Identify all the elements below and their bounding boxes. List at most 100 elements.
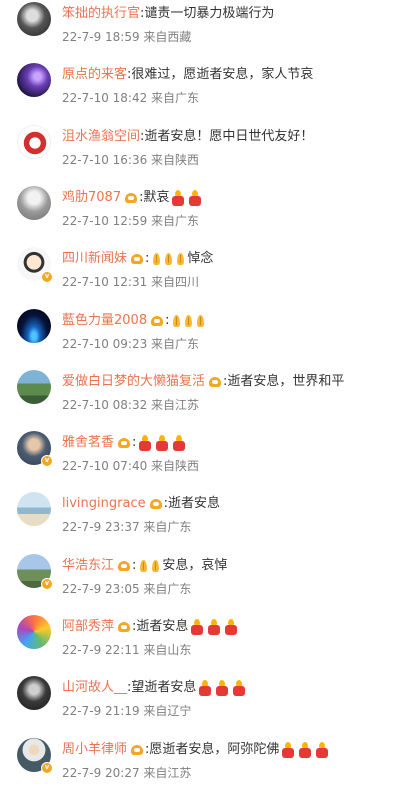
comment-meta: 22-7-9 23:37 来自广东 bbox=[62, 520, 192, 535]
comment-item: 爱做白日梦的大懒猫复活 :逝者安息，世界和平 22-7-10 08:32 来自江苏 bbox=[0, 368, 420, 429]
pray-hands-icon bbox=[171, 314, 182, 328]
candle-icon bbox=[188, 189, 202, 206]
candle-icon bbox=[207, 619, 221, 635]
pray-hands-icon bbox=[163, 252, 174, 266]
comment-meta: 22-7-9 20:27 来自江苏 bbox=[62, 765, 192, 780]
comment-item: livingingrace :逝者安息 22-7-9 23:37 来自广东 bbox=[0, 490, 420, 551]
comment-meta: 22-7-9 21:19 来自辽宁 bbox=[62, 704, 192, 719]
emoji-group bbox=[281, 741, 332, 758]
avatar[interactable]: v bbox=[17, 737, 53, 774]
avatar[interactable] bbox=[17, 63, 51, 98]
pray-hands-icon bbox=[151, 252, 162, 266]
comment-line: 四川新闻妹: 悼念 bbox=[62, 249, 412, 269]
verified-badge-icon: v bbox=[41, 271, 53, 284]
comment-item: 笨拙的执行官:谴责一切暴力极端行为 22-7-9 18:59 来自西藏 bbox=[0, 0, 420, 61]
comment-meta: 22-7-10 12:59 来自广东 bbox=[62, 213, 200, 228]
avatar[interactable] bbox=[17, 185, 51, 220]
username-link[interactable]: 雅舍茗香 bbox=[62, 433, 114, 453]
emoji-group bbox=[138, 435, 189, 452]
comment-meta: 22-7-9 22:11 来自山东 bbox=[62, 643, 192, 657]
avatar[interactable]: v bbox=[17, 431, 53, 468]
comment-item: 阿部秀萍:逝者安息 22-7-9 22:11 来自山东 bbox=[0, 613, 420, 674]
avatar-image bbox=[17, 185, 51, 220]
candle-icon bbox=[155, 435, 169, 452]
candle-icon bbox=[171, 189, 185, 206]
avatar-image bbox=[17, 676, 51, 711]
verified-badge-icon: v bbox=[41, 761, 53, 774]
avatar[interactable]: v bbox=[17, 553, 53, 590]
fan-badge-icon bbox=[150, 315, 164, 327]
avatar[interactable] bbox=[17, 615, 51, 649]
pray-hands-icon bbox=[150, 559, 161, 573]
comment-text: :很难过，愿逝者安息，家人节哀 bbox=[127, 67, 314, 83]
avatar[interactable] bbox=[17, 492, 51, 527]
fan-badge-icon bbox=[130, 253, 144, 265]
seal-icon bbox=[22, 129, 48, 156]
comment-item: 藍色力量2008: 22-7-10 09:23 来自广东 bbox=[0, 307, 420, 368]
emoji-group bbox=[151, 252, 187, 266]
username-link[interactable]: 藍色力量2008 bbox=[62, 311, 147, 331]
comment-line: 爱做白日梦的大懒猫复活 :逝者安息，世界和平 bbox=[62, 372, 412, 392]
fan-badge-icon bbox=[130, 744, 144, 756]
colon: : bbox=[145, 251, 150, 267]
comment-item: v 华浩东江: 安息，哀悼 22-7-9 23:05 来自广东 bbox=[0, 552, 420, 613]
avatar-image bbox=[17, 2, 51, 36]
fan-badge-icon bbox=[149, 498, 163, 510]
comment-meta: 22-7-10 16:36 来自陕西 bbox=[62, 152, 200, 167]
username-link[interactable]: 沮水渔翁空间 bbox=[62, 127, 140, 147]
avatar-image bbox=[17, 369, 51, 404]
comment-text: 安息，哀悼 bbox=[162, 557, 228, 573]
username-link[interactable]: 华浩东江 bbox=[62, 556, 114, 576]
avatar-image bbox=[17, 615, 51, 649]
avatar[interactable] bbox=[17, 124, 51, 159]
emoji-group bbox=[138, 559, 162, 573]
comment-meta: 22-7-9 18:59 来自西藏 bbox=[62, 30, 192, 44]
comment-item: 鸡肋7087 :默哀 22-7-10 12:59 来自广东 bbox=[0, 184, 420, 245]
comment-text: :默哀 bbox=[139, 189, 170, 205]
avatar[interactable] bbox=[17, 2, 51, 36]
avatar[interactable]: v bbox=[17, 247, 53, 284]
fan-badge-icon bbox=[117, 560, 131, 572]
username-link[interactable]: 四川新闻妹 bbox=[62, 249, 127, 269]
comment-item: 原点的来客:很难过，愿逝者安息，家人节哀 22-7-10 18:42 来自广东 bbox=[0, 61, 420, 122]
pray-hands-icon bbox=[138, 559, 149, 573]
verified-badge-icon: v bbox=[41, 455, 53, 468]
emoji-group bbox=[171, 314, 207, 328]
avatar[interactable] bbox=[17, 308, 51, 343]
fan-badge-icon bbox=[124, 192, 138, 204]
username-link[interactable]: 原点的来客 bbox=[62, 65, 127, 85]
username-link[interactable]: 爱做白日梦的大懒猫复活 bbox=[62, 372, 205, 392]
comment-line: 藍色力量2008: bbox=[62, 311, 412, 331]
comment-line: 雅舍茗香: bbox=[62, 433, 412, 453]
candle-icon bbox=[172, 435, 186, 452]
comment-item: v 周小羊律师 :愿逝者安息，阿弥陀佛 22-7-9 20:27 来自江苏 bbox=[0, 736, 420, 797]
avatar[interactable] bbox=[17, 676, 51, 711]
username-link[interactable]: 周小羊律师 bbox=[62, 740, 127, 760]
comment-text: :愿逝者安息，阿弥陀佛 bbox=[145, 741, 280, 757]
comment-line: 沮水渔翁空间:逝者安息！愿中日世代友好！ bbox=[62, 127, 412, 147]
username-link[interactable]: livingingrace bbox=[62, 494, 146, 514]
comment-item: v 四川新闻妹: 悼念 22-7-10 12:31 来自四川 bbox=[0, 245, 420, 306]
comment-text: 悼念 bbox=[187, 251, 214, 267]
candle-icon bbox=[224, 619, 238, 635]
username-link[interactable]: 山河故人__ bbox=[62, 678, 127, 698]
comment-line: 山河故人__:望逝者安息 bbox=[62, 678, 412, 698]
comment-meta: 22-7-10 08:32 来自江苏 bbox=[62, 397, 200, 412]
comment-text: :逝者安息 bbox=[163, 496, 220, 512]
candle-icon bbox=[198, 680, 212, 697]
username-link[interactable]: 阿部秀萍 bbox=[62, 617, 114, 637]
candle-icon bbox=[138, 435, 152, 452]
candle-icon bbox=[215, 680, 229, 697]
pray-hands-icon bbox=[183, 314, 194, 328]
comment-text: :逝者安息，世界和平 bbox=[223, 373, 345, 389]
username-link[interactable]: 鸡肋7087 bbox=[62, 188, 121, 208]
comment-line: 笨拙的执行官:谴责一切暴力极端行为 bbox=[62, 4, 412, 24]
pray-hands-icon bbox=[175, 252, 186, 266]
avatar[interactable] bbox=[17, 369, 51, 404]
comment-line: livingingrace :逝者安息 bbox=[62, 494, 412, 514]
avatar-image bbox=[17, 63, 51, 98]
candle-icon bbox=[190, 619, 204, 635]
colon: : bbox=[132, 435, 137, 451]
comment-line: 华浩东江: 安息，哀悼 bbox=[62, 556, 412, 576]
username-link[interactable]: 笨拙的执行官 bbox=[62, 4, 140, 24]
